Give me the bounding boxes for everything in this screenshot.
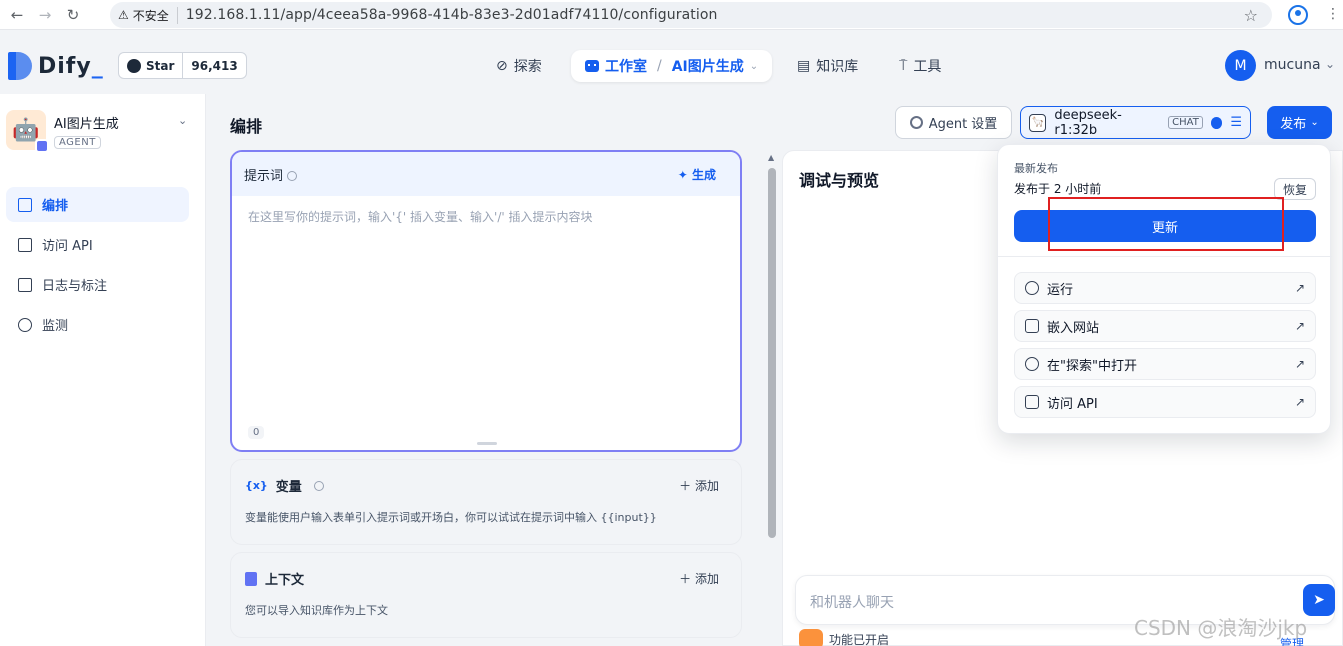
forward-icon[interactable]: → bbox=[34, 4, 56, 26]
nav-knowledge[interactable]: ▤ 知识库 bbox=[797, 50, 858, 82]
open-in-explore-item[interactable]: 在"探索"中打开 ↗ bbox=[1014, 348, 1316, 380]
address-bar[interactable]: ⚠ 不安全 192.168.1.11/app/4ceea58a-9968-414… bbox=[110, 2, 1272, 28]
gear-icon bbox=[909, 116, 923, 129]
profile-icon[interactable] bbox=[1288, 5, 1308, 25]
variable-icon: {x} bbox=[245, 479, 268, 492]
embed-icon bbox=[1025, 319, 1039, 333]
app-header: Dify_ Star 96,413 ⊘ 探索 工作室 / AI图片生成 ⌄ ▤ … bbox=[0, 38, 1343, 94]
prompt-editor[interactable]: 提示词 ✦ 生成 在这里写你的提示词，输入'{' 插入变量、输入'/' 插入提示… bbox=[230, 150, 742, 452]
help-icon[interactable] bbox=[313, 480, 324, 491]
compass-icon: ⊘ bbox=[496, 58, 508, 74]
watermark: CSDN @浪淘沙jkp bbox=[1134, 616, 1308, 640]
variables-description: 变量能使用户输入表单引入提示词或开场白，你可以试试在提示词中输入 {{input… bbox=[245, 511, 657, 524]
nav-tools[interactable]: ⍑ 工具 bbox=[899, 50, 941, 82]
vision-icon bbox=[1210, 116, 1223, 129]
app-avatar: 🤖 bbox=[6, 110, 49, 153]
book-icon: ▤ bbox=[797, 58, 811, 74]
terminal-icon bbox=[18, 237, 32, 252]
external-arrow-icon: ↗ bbox=[1294, 281, 1305, 295]
app-type-badge: AGENT bbox=[54, 136, 101, 149]
variables-section: {x} 变量 ＋ 添加 变量能使用户输入表单引入提示词或开场白，你可以试试在提示词… bbox=[230, 459, 742, 545]
hammer-icon: ⍑ bbox=[899, 58, 908, 74]
current-app-switcher[interactable]: AI图片生成 bbox=[672, 56, 744, 76]
file-list-icon bbox=[18, 277, 32, 292]
access-api-item[interactable]: 访问 API ↗ bbox=[1014, 386, 1316, 418]
external-arrow-icon: ↗ bbox=[1294, 395, 1305, 409]
sliders-icon[interactable]: ☰ bbox=[1230, 115, 1242, 130]
context-section: 上下文 ＋ 添加 您可以导入知识库作为上下文 bbox=[230, 552, 742, 638]
more-menu-icon[interactable]: ⋮ bbox=[1326, 6, 1340, 22]
chat-mode-badge: CHAT bbox=[1168, 116, 1203, 129]
add-variable-button[interactable]: ＋ 添加 bbox=[679, 477, 719, 494]
model-selector[interactable]: 🦙 deepseek-r1:32b CHAT ☰ bbox=[1020, 106, 1251, 139]
divider bbox=[998, 256, 1332, 257]
publish-time: 发布于 2 小时前 bbox=[1014, 182, 1102, 196]
security-indicator[interactable]: ⚠ 不安全 bbox=[118, 6, 178, 24]
compass-icon bbox=[1025, 357, 1039, 371]
robot-emoji-icon: 🤖 bbox=[12, 117, 40, 143]
gauge-icon bbox=[18, 317, 32, 332]
context-description: 您可以导入知识库作为上下文 bbox=[245, 604, 388, 617]
warning-icon: ⚠ bbox=[118, 8, 129, 22]
feature-bar: 功能已开启 bbox=[799, 629, 889, 646]
document-icon bbox=[245, 571, 257, 586]
reload-icon[interactable]: ↻ bbox=[62, 4, 84, 26]
char-count: 0 bbox=[248, 426, 265, 439]
model-logo-icon: 🦙 bbox=[1029, 113, 1047, 132]
sidebar-item-api[interactable]: 访问 API bbox=[6, 227, 189, 262]
layout-icon bbox=[18, 197, 32, 212]
add-context-button[interactable]: ＋ 添加 bbox=[679, 570, 719, 587]
app-info[interactable]: 🤖 AI图片生成 AGENT bbox=[6, 110, 119, 153]
agent-settings-button[interactable]: Agent 设置 bbox=[895, 106, 1012, 139]
bookmark-star-icon[interactable]: ☆ bbox=[1244, 6, 1258, 25]
document-icon bbox=[1025, 395, 1039, 409]
top-nav: ⊘ 探索 工作室 / AI图片生成 ⌄ ▤ 知识库 ⍑ 工具 bbox=[0, 50, 1343, 82]
sidebar-item-monitor[interactable]: 监测 bbox=[6, 307, 189, 342]
prompt-header: 提示词 ✦ 生成 bbox=[232, 152, 740, 196]
sidebar-item-orchestrate[interactable]: 编排 bbox=[6, 187, 189, 222]
debug-title: 调试与预览 bbox=[799, 171, 880, 190]
play-circle-icon bbox=[1025, 281, 1039, 295]
send-button[interactable]: ➤ bbox=[1303, 584, 1335, 616]
robot-icon bbox=[585, 60, 599, 72]
prompt-placeholder[interactable]: 在这里写你的提示词，输入'{' 插入变量、输入'/' 插入提示内容块 bbox=[248, 208, 593, 225]
user-name[interactable]: mucuna bbox=[1264, 57, 1321, 73]
scroll-up-icon[interactable]: ▲ bbox=[768, 153, 774, 162]
chevron-down-icon: ⌄ bbox=[1310, 117, 1319, 128]
sidebar: 🤖 AI图片生成 AGENT ⌄ 编排 访问 API 日志与标注 监测 bbox=[0, 94, 206, 646]
embed-website-item[interactable]: 嵌入网站 ↗ bbox=[1014, 310, 1316, 342]
resize-handle[interactable] bbox=[477, 442, 497, 445]
chevron-down-icon[interactable]: ⌄ bbox=[1325, 57, 1335, 71]
highlight-box bbox=[1048, 197, 1284, 251]
url-text[interactable]: 192.168.1.11/app/4ceea58a-9968-414b-83e3… bbox=[186, 7, 718, 23]
publish-button[interactable]: 发布 ⌄ bbox=[1267, 106, 1332, 139]
back-icon[interactable]: ← bbox=[6, 4, 28, 26]
external-arrow-icon: ↗ bbox=[1294, 319, 1305, 333]
browser-toolbar: ← → ↻ ⚠ 不安全 192.168.1.11/app/4ceea58a-99… bbox=[0, 0, 1343, 30]
avatar[interactable]: M bbox=[1225, 50, 1256, 81]
page-title: 编排 bbox=[230, 117, 263, 136]
sidebar-item-logs[interactable]: 日志与标注 bbox=[6, 267, 189, 302]
agent-badge-icon bbox=[35, 139, 49, 153]
nav-studio[interactable]: 工作室 / AI图片生成 ⌄ bbox=[571, 50, 773, 82]
feature-icon bbox=[799, 629, 823, 646]
external-arrow-icon: ↗ bbox=[1294, 357, 1305, 371]
publish-dropdown: 最新发布 发布于 2 小时前 恢复 更新 运行 ↗ 嵌入网站 ↗ 在"探索"中打… bbox=[997, 144, 1332, 434]
generate-button[interactable]: ✦ 生成 bbox=[678, 166, 728, 183]
scrollbar[interactable] bbox=[768, 168, 776, 538]
help-icon[interactable] bbox=[287, 171, 298, 181]
chevron-down-icon: ⌄ bbox=[749, 60, 759, 72]
latest-publish-label: 最新发布 bbox=[1014, 162, 1058, 175]
send-icon: ➤ bbox=[1313, 592, 1325, 608]
run-item[interactable]: 运行 ↗ bbox=[1014, 272, 1316, 304]
nav-explore[interactable]: ⊘ 探索 bbox=[496, 50, 542, 82]
chevron-down-icon[interactable]: ⌄ bbox=[178, 114, 187, 127]
app-name: AI图片生成 bbox=[54, 117, 119, 132]
